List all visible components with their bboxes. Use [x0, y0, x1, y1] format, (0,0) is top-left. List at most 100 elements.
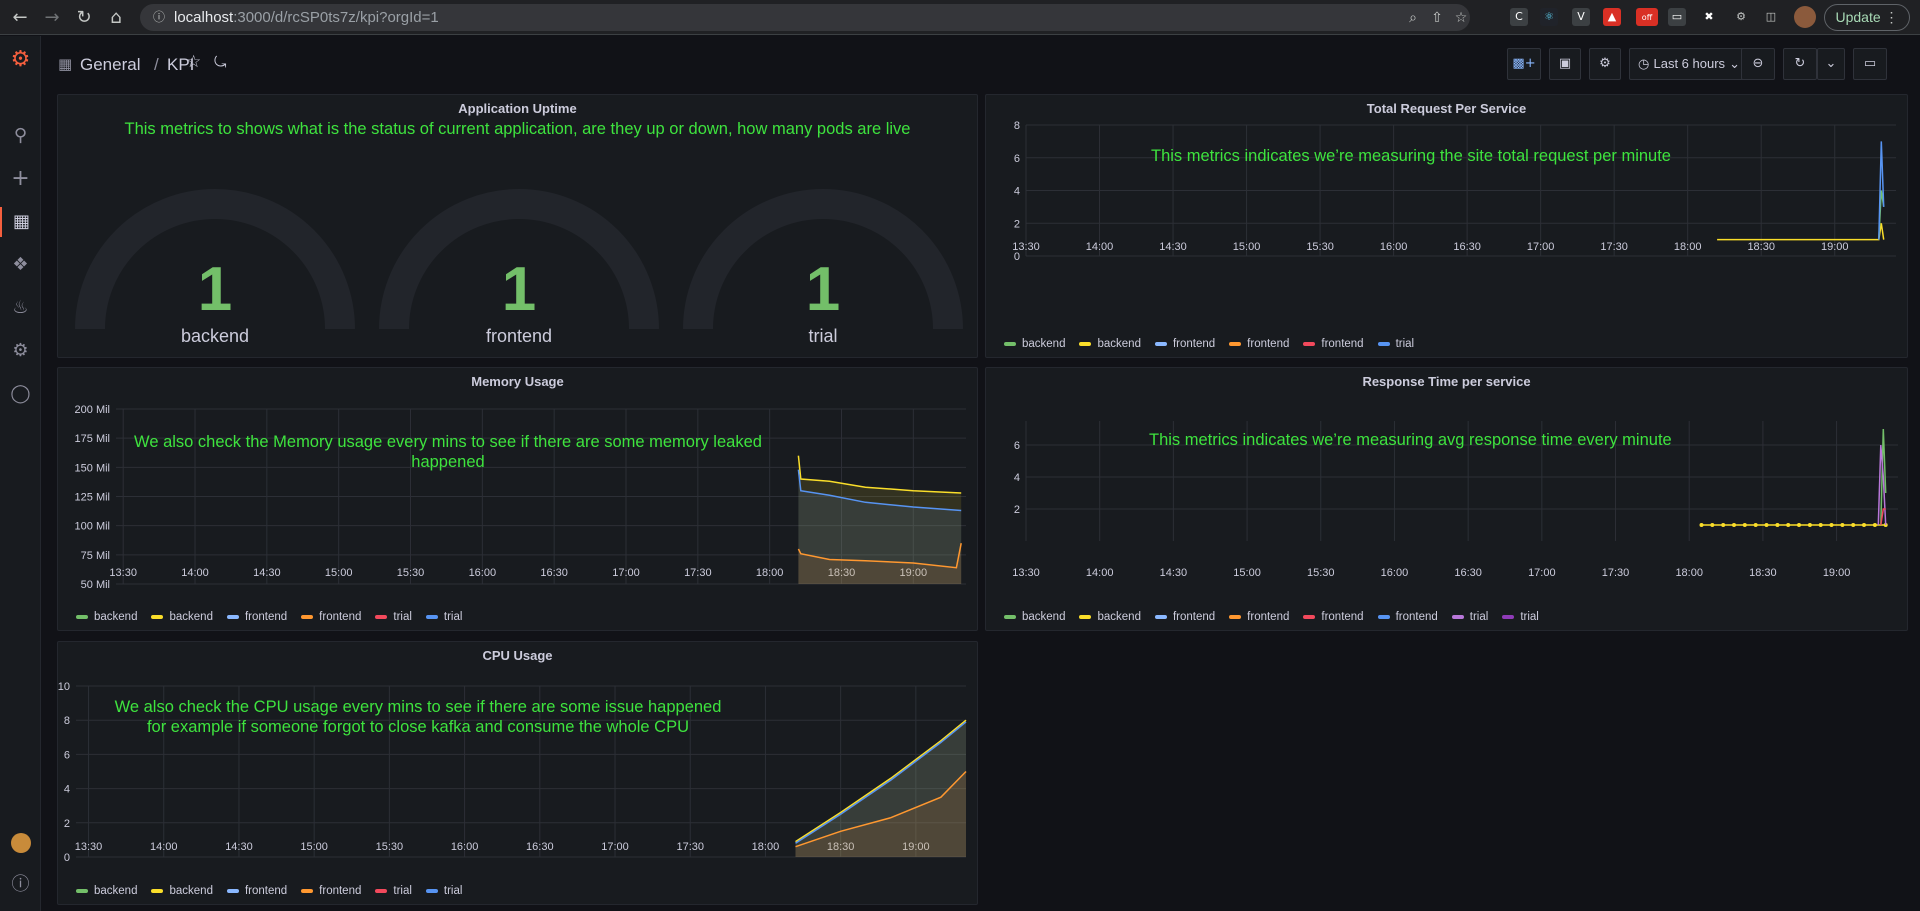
legend-label: frontend — [319, 611, 362, 623]
time-picker-button[interactable]: ◷ Last 6 hours ⌄ — [1629, 48, 1749, 80]
legend-swatch — [1229, 342, 1242, 346]
zoom-icon[interactable]: ⌕ — [1402, 7, 1424, 29]
legend-label: backend — [169, 885, 213, 897]
tv-mode-icon[interactable]: ▭ — [1853, 48, 1887, 80]
x-tick-label: 18:30 — [1747, 241, 1775, 253]
address-bar[interactable]: ⓘ localhost:3000/d/rcSP0ts7z/kpi?orgId=1… — [140, 4, 1470, 31]
legend-label: backend — [1022, 338, 1066, 350]
y-tick-label: 50 Mil — [81, 579, 110, 591]
dashboard-navbar: ▦ General / KPI ☆ ⤿ ▩+ ▣ ⚙ ◷ Last 6 hour… — [42, 36, 1920, 92]
share-icon[interactable]: ⇧ — [1426, 7, 1448, 29]
search-icon[interactable]: ⚲ — [0, 121, 41, 151]
legend-item-trial[interactable]: trial — [425, 609, 462, 625]
panel-title[interactable]: Application Uptime — [58, 101, 977, 116]
x-tick-label: 14:30 — [1160, 567, 1188, 579]
x-tick-label: 15:30 — [376, 841, 404, 853]
refresh-icon[interactable]: ↻ — [1783, 48, 1817, 80]
legend-item-trial[interactable]: trial — [1377, 336, 1415, 352]
dashboards-icon[interactable]: ▦ — [0, 207, 41, 237]
legend-label: backend — [94, 611, 138, 623]
legend-item-trial[interactable]: trial — [1502, 609, 1539, 625]
y-tick-label: 4 — [1014, 472, 1020, 484]
server-admin-shield-icon[interactable]: ◯ — [0, 379, 41, 409]
forward-icon[interactable]: → — [40, 6, 64, 30]
legend-item-backend[interactable]: backend — [1004, 609, 1065, 625]
y-tick-label: 8 — [1014, 120, 1020, 132]
series-point — [1818, 523, 1823, 527]
legend-item-frontend[interactable]: frontend — [1154, 609, 1215, 625]
legend-item-frontend[interactable]: frontend — [1229, 336, 1289, 352]
bookmark-star-icon[interactable]: ☆ — [1450, 7, 1472, 29]
legend-label: frontend — [1247, 611, 1290, 623]
react-devtools-icon[interactable]: ⚛ — [1540, 8, 1558, 26]
legend-item-frontend[interactable]: frontend — [301, 883, 361, 899]
legend-label: trial — [1395, 338, 1415, 350]
legend-item-backend[interactable]: backend — [151, 609, 213, 625]
x-tick-label: 14:30 — [253, 567, 281, 579]
breadcrumb-folder[interactable]: General — [80, 55, 140, 75]
legend-item-backend[interactable]: backend — [151, 883, 213, 899]
extension-card-icon[interactable]: ▭ — [1668, 8, 1686, 26]
puzzle-extensions-icon[interactable]: ⚙ — [1732, 8, 1750, 26]
panel-response-time: Response Time per service 2 4 6 13:30 14:00 1… — [985, 367, 1908, 631]
legend-item-frontend[interactable]: frontend — [1377, 609, 1438, 625]
create-plus-icon[interactable]: + — [0, 164, 41, 194]
legend-item-trial[interactable]: trial — [375, 609, 412, 625]
series-point — [1732, 523, 1736, 527]
chart-legend: backend backend frontend frontend trial trial — [76, 883, 462, 899]
legend-item-trial[interactable]: trial — [1451, 609, 1488, 625]
user-avatar[interactable] — [0, 828, 41, 858]
profile-avatar[interactable] — [1794, 6, 1816, 28]
x-tick-label: 15:30 — [397, 567, 425, 579]
panel-application-uptime: Application Uptime This metrics to shows… — [57, 94, 978, 358]
side-panel-icon[interactable]: ◫ — [1762, 8, 1780, 26]
site-info-icon[interactable]: ⓘ — [150, 8, 168, 26]
extension-red-icon[interactable]: ▲ — [1603, 8, 1621, 26]
zoom-out-icon[interactable]: ⊖ — [1741, 48, 1775, 80]
legend-item-frontend[interactable]: frontend — [1229, 609, 1289, 625]
legend-item-frontend[interactable]: frontend — [226, 883, 287, 899]
extension-icon[interactable]: C — [1510, 8, 1528, 26]
legend-item-frontend[interactable]: frontend — [1303, 609, 1364, 625]
legend-item-trial[interactable]: trial — [375, 883, 412, 899]
configuration-gear-icon[interactable]: ⚙ — [0, 336, 41, 366]
reload-icon[interactable]: ↻ — [72, 6, 96, 30]
legend-item-backend[interactable]: backend — [1079, 336, 1141, 352]
help-icon[interactable]: ⓘ — [0, 870, 41, 900]
legend-item-frontend[interactable]: frontend — [226, 609, 287, 625]
legend-item-frontend[interactable]: frontend — [1303, 336, 1364, 352]
panel-description: This metrics indicates we’re measuring t… — [1151, 147, 1671, 165]
legend-item-trial[interactable]: trial — [425, 883, 462, 899]
legend-label: backend — [94, 885, 138, 897]
share-icon[interactable]: ⤿ — [214, 53, 227, 71]
alerting-bell-icon[interactable]: ♨ — [0, 293, 41, 323]
legend-item-backend[interactable]: backend — [1004, 336, 1065, 352]
series-point — [1721, 523, 1726, 527]
save-dashboard-icon[interactable]: ▣ — [1549, 48, 1581, 80]
grafana-logo-icon[interactable]: ⚙ — [0, 45, 41, 75]
update-button[interactable]: Update ⋮ — [1824, 4, 1910, 31]
legend-label: frontend — [1172, 338, 1216, 350]
x-tick-label: 17:30 — [676, 841, 704, 853]
legend-item-backend[interactable]: backend — [1079, 609, 1141, 625]
dashboard-settings-icon[interactable]: ⚙ — [1589, 48, 1621, 80]
legend-item-frontend[interactable]: frontend — [301, 609, 361, 625]
back-icon[interactable]: ← — [8, 6, 32, 30]
legend-item-frontend[interactable]: frontend — [1154, 336, 1216, 352]
refresh-interval-chevron-icon[interactable]: ⌄ — [1817, 48, 1845, 80]
extension-off-icon[interactable]: off — [1636, 8, 1658, 26]
series-point — [1710, 523, 1715, 527]
x-tick-label: 15:30 — [1306, 241, 1334, 253]
extension-x-icon[interactable]: ✖ — [1700, 8, 1718, 26]
legend-item-backend[interactable]: backend — [76, 883, 137, 899]
star-icon[interactable]: ☆ — [186, 52, 201, 72]
add-panel-icon[interactable]: ▩+ — [1507, 48, 1541, 80]
vue-devtools-icon[interactable]: V — [1572, 8, 1590, 26]
legend-item-backend[interactable]: backend — [76, 609, 137, 625]
plot-area: 0246813:30 14:00 14:30 15:00 15:30 16:00 16:30… — [1012, 120, 1896, 263]
explore-compass-icon[interactable]: ❖ — [0, 250, 41, 280]
x-tick-label: 16:00 — [451, 841, 479, 853]
x-tick-label: 16:00 — [469, 567, 497, 579]
x-tick-label: 18:00 — [752, 841, 780, 853]
home-icon[interactable]: ⌂ — [104, 6, 128, 30]
